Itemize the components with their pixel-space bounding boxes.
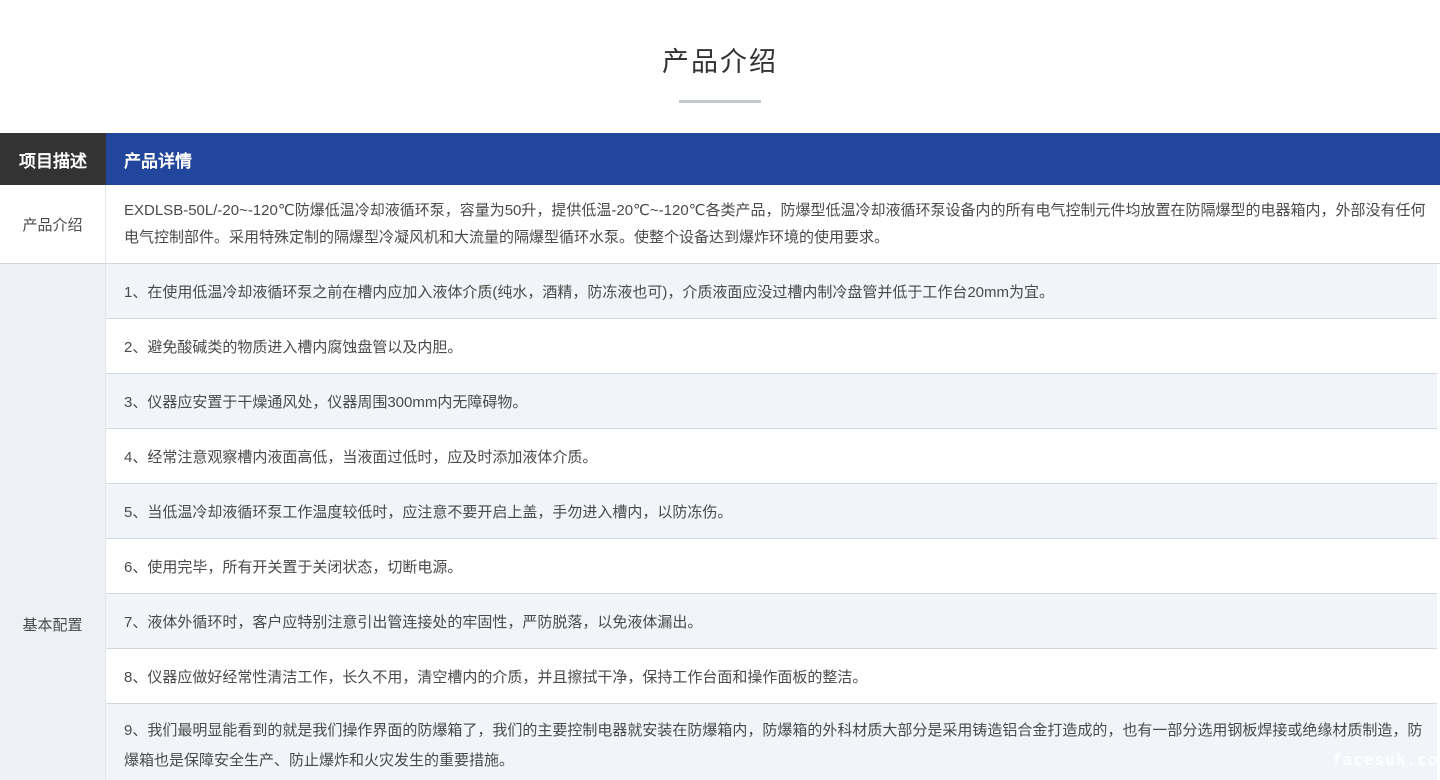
basic-config-list: 1、在使用低温冷却液循环泵之前在槽内应加入液体介质(纯水，酒精，防冻液也可)，介… [106, 264, 1437, 780]
row-label-basic-config: 基本配置 [0, 264, 106, 780]
title-section: 产品介绍 [0, 0, 1440, 133]
product-intro-page: 产品介绍 项目描述 产品详情 产品介绍 EXDLSB-50L/-20~-120℃… [0, 0, 1440, 780]
table-row-product-intro: 产品介绍 EXDLSB-50L/-20~-120℃防爆低温冷却液循环泵，容量为5… [0, 185, 1440, 264]
list-item: 7、液体外循环时，客户应特别注意引出管连接处的牢固性，严防脱落，以免液体漏出。 [106, 594, 1437, 649]
list-item: 1、在使用低温冷却液循环泵之前在槽内应加入液体介质(纯水，酒精，防冻液也可)，介… [106, 264, 1437, 319]
list-item: 6、使用完毕，所有开关置于关闭状态，切断电源。 [106, 539, 1437, 594]
list-item: 5、当低温冷却液循环泵工作温度较低时，应注意不要开启上盖，手勿进入槽内，以防冻伤… [106, 484, 1437, 539]
list-item: 2、避免酸碱类的物质进入槽内腐蚀盘管以及内胆。 [106, 319, 1437, 374]
list-item: 9、我们最明显能看到的就是我们操作界面的防爆箱了，我们的主要控制电器就安装在防爆… [106, 704, 1437, 780]
column-header-item-description: 项目描述 [0, 133, 106, 185]
table-header-row: 项目描述 产品详情 [0, 133, 1440, 185]
product-table: 项目描述 产品详情 产品介绍 EXDLSB-50L/-20~-120℃防爆低温冷… [0, 133, 1440, 780]
column-header-product-detail: 产品详情 [106, 133, 1440, 185]
list-item: 8、仪器应做好经常性清洁工作，长久不用，清空槽内的介质，并且擦拭干净，保持工作台… [106, 649, 1437, 704]
product-intro-text: EXDLSB-50L/-20~-120℃防爆低温冷却液循环泵，容量为50升，提供… [106, 185, 1437, 263]
table-row-basic-config: 基本配置 1、在使用低温冷却液循环泵之前在槽内应加入液体介质(纯水，酒精，防冻液… [0, 264, 1440, 780]
list-item: 3、仪器应安置于干燥通风处，仪器周围300mm内无障碍物。 [106, 374, 1437, 429]
title-divider [679, 100, 761, 103]
list-item: 4、经常注意观察槽内液面高低，当液面过低时，应及时添加液体介质。 [106, 429, 1437, 484]
row-label-product-intro: 产品介绍 [0, 185, 106, 263]
page-title: 产品介绍 [662, 40, 778, 79]
